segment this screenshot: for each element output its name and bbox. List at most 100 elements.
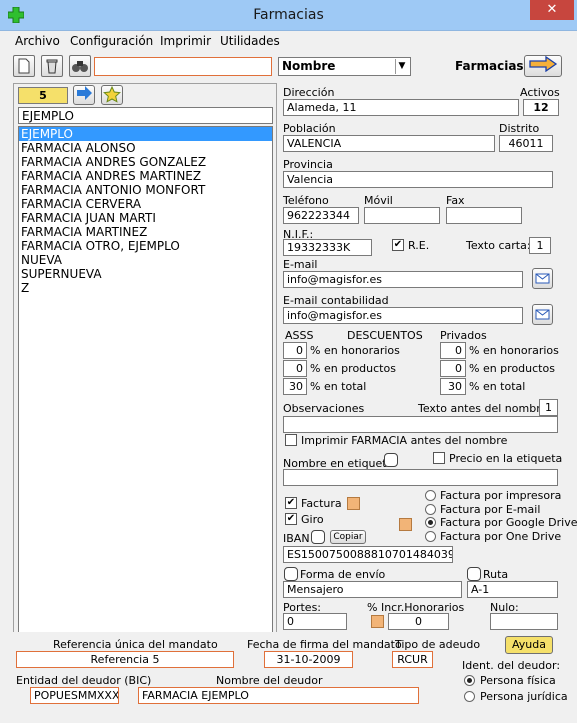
filter-input[interactable]: EJEMPLO [18, 107, 273, 124]
list-item[interactable]: FARMACIA ANDRES MARTINEZ [19, 169, 272, 183]
privados-honorarios-label: % en honorarios [469, 344, 559, 357]
favorite-button[interactable] [101, 85, 123, 105]
email-field[interactable]: info@magisfor.es [283, 271, 523, 288]
factura-color-swatch[interactable] [347, 497, 360, 510]
go-button[interactable] [73, 85, 95, 105]
menu-imprimir[interactable]: Imprimir [160, 34, 211, 48]
nombre-etiqueta-toggle[interactable] [384, 453, 398, 467]
re-checkbox[interactable]: ✔ [392, 239, 404, 251]
next-section-button[interactable] [524, 55, 562, 77]
nombre-deudor-field[interactable]: FARMACIA EJEMPLO [138, 687, 419, 704]
factura-impresora-radio[interactable] [425, 490, 436, 501]
privados-productos-field[interactable]: 0 [440, 360, 466, 377]
menu-configuracion[interactable]: Configuración [70, 34, 153, 48]
section-label: Farmacias [455, 59, 524, 73]
asss-productos-field[interactable]: 0 [283, 360, 307, 377]
ayuda-button[interactable]: Ayuda [505, 636, 553, 654]
chevron-down-icon: ▼ [395, 59, 408, 74]
close-button[interactable]: ✕ [530, 0, 574, 20]
list-item[interactable]: FARMACIA CERVERA [19, 197, 272, 211]
copiar-button[interactable]: Copiar [330, 530, 366, 544]
nulo-field[interactable] [490, 613, 558, 630]
list-item[interactable]: FARMACIA ALONSO [19, 141, 272, 155]
factura-onedrive-radio[interactable] [425, 531, 436, 542]
binoculars-icon [72, 61, 88, 72]
list-item[interactable]: FARMACIA OTRO, EJEMPLO [19, 239, 272, 253]
list-item[interactable]: FARMACIA JUAN MARTI [19, 211, 272, 225]
find-button[interactable] [69, 55, 91, 77]
precio-etiqueta-checkbox[interactable] [433, 452, 445, 464]
asss-total-field[interactable]: 30 [283, 378, 307, 395]
ref-mandato-field[interactable]: Referencia 5 [16, 651, 234, 668]
factura-checkbox[interactable]: ✔ [285, 497, 297, 509]
iban-toggle[interactable] [311, 530, 325, 544]
bic-field[interactable]: POPUESMMXXX [30, 687, 119, 704]
send-email-button[interactable] [532, 268, 553, 289]
privados-honorarios-field[interactable]: 0 [440, 342, 466, 359]
blue-arrow-right-icon [77, 86, 92, 100]
delete-button[interactable] [41, 55, 63, 77]
forma-envio-toggle[interactable] [284, 567, 298, 581]
direccion-field[interactable]: Alameda, 11 [283, 99, 519, 116]
menu-archivo[interactable]: Archivo [15, 34, 60, 48]
tipo-adeudo-field[interactable]: RCUR [392, 651, 433, 668]
pharmacy-list[interactable]: EJEMPLO FARMACIA ALONSO FARMACIA ANDRES … [18, 126, 273, 633]
forma-envio-label: Forma de envío [300, 568, 386, 581]
nif-field[interactable]: 19332333K [283, 239, 372, 256]
observaciones-field[interactable] [283, 416, 558, 433]
list-item[interactable]: EJEMPLO [19, 127, 272, 141]
giro-label: Giro [301, 513, 324, 526]
provincia-field[interactable]: Valencia [283, 171, 553, 188]
list-item[interactable]: NUEVA [19, 253, 272, 267]
texto-carta-field[interactable]: 1 [529, 237, 551, 254]
texto-antes-field[interactable]: 1 [539, 399, 558, 416]
ruta-toggle[interactable] [467, 567, 481, 581]
ruta-label: Ruta [483, 568, 509, 581]
search-input[interactable] [94, 57, 272, 76]
provincia-label: Provincia [283, 158, 333, 171]
menu-utilidades[interactable]: Utilidades [220, 34, 280, 48]
fecha-firma-field[interactable]: 31-10-2009 [264, 651, 353, 668]
sort-select[interactable]: Nombre ▼ [278, 57, 411, 76]
list-item[interactable]: FARMACIA MARTINEZ [19, 225, 272, 239]
list-item[interactable]: Z [19, 281, 272, 295]
activos-field[interactable]: 12 [523, 99, 559, 116]
privados-total-field[interactable]: 30 [440, 378, 466, 395]
movil-label: Móvil [364, 194, 393, 207]
asss-productos-label: % en productos [310, 362, 396, 375]
persona-juridica-radio[interactable] [464, 691, 475, 702]
telefono-field[interactable]: 962223344 [283, 207, 359, 224]
persona-fisica-radio[interactable] [464, 675, 475, 686]
iban-field[interactable]: ES1500750088810701484039 [283, 546, 453, 563]
portes-field[interactable]: 0 [283, 613, 347, 630]
list-item[interactable]: FARMACIA ANTONIO MONFORT [19, 183, 272, 197]
record-count: 5 [18, 87, 68, 104]
precio-etiqueta-label: Precio en la etiqueta [449, 452, 563, 465]
distrito-field[interactable]: 46011 [499, 135, 553, 152]
forma-envio-field[interactable]: Mensajero [283, 581, 462, 598]
giro-color-swatch[interactable] [399, 518, 412, 531]
imprimir-farmacia-checkbox[interactable] [285, 434, 297, 446]
email-contabilidad-field[interactable]: info@magisfor.es [283, 307, 523, 324]
nombre-etiqueta-field[interactable] [283, 469, 558, 486]
window-title: Farmacias [253, 7, 324, 23]
movil-field[interactable] [364, 207, 440, 224]
fax-field[interactable] [446, 207, 522, 224]
new-button[interactable] [13, 55, 35, 77]
send-email-contabilidad-button[interactable] [532, 304, 553, 325]
factura-gdrive-label: Factura por Google Drive [440, 516, 577, 529]
factura-email-radio[interactable] [425, 504, 436, 515]
ruta-field[interactable]: A-1 [467, 581, 558, 598]
list-item[interactable]: FARMACIA ANDRES GONZALEZ [19, 155, 272, 169]
incr-color-swatch[interactable] [371, 615, 384, 628]
sort-select-value: Nombre [282, 59, 336, 73]
activos-label: Activos [520, 86, 560, 99]
incr-honorarios-field[interactable]: 0 [388, 613, 449, 630]
factura-gdrive-radio[interactable] [425, 517, 436, 528]
asss-honorarios-field[interactable]: 0 [283, 342, 307, 359]
poblacion-field[interactable]: VALENCIA [283, 135, 495, 152]
giro-checkbox[interactable]: ✔ [285, 513, 297, 525]
list-item[interactable]: SUPERNUEVA [19, 267, 272, 281]
imprimir-farmacia-label: Imprimir FARMACIA antes del nombre [301, 434, 508, 447]
re-label: R.E. [408, 239, 430, 252]
